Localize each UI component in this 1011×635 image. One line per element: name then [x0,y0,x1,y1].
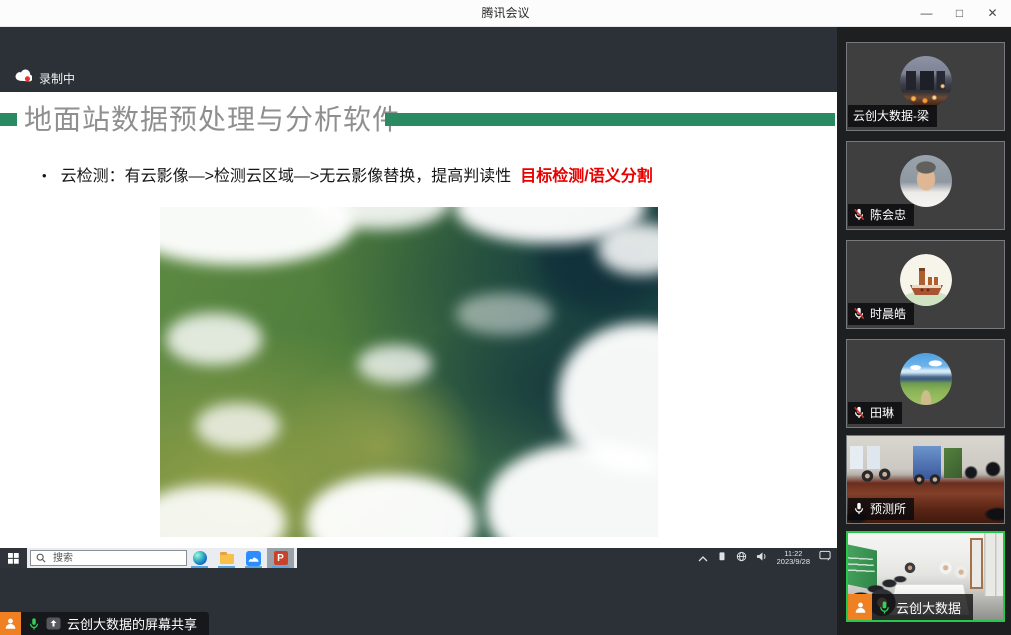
avatar [900,353,952,405]
name-chip: 时晨皓 [848,303,914,325]
bullet-text: 云检测：有云影像—>检测云区域—>无云影像替换，提高判读性 [61,168,512,185]
avatar [900,155,952,207]
aerial-forest-clouds-image [160,207,658,537]
file-explorer-icon [220,554,234,564]
person-icon [854,601,867,614]
cloud-blob [160,485,286,537]
presenter-badge [0,612,21,635]
action-center-icon[interactable] [819,549,831,567]
edge-icon [193,551,207,565]
display-icon[interactable] [717,549,727,567]
avatar [900,56,952,108]
mic-muted-icon [853,307,865,320]
name-chip: 陈会忠 [848,204,914,226]
participant-tile-yunchuang-active[interactable]: 云创大数据 [846,531,1005,622]
participant-tile-tianlin[interactable]: 田琳 [846,339,1005,428]
running-indicator [272,566,289,568]
participant-name: 云创大数据 [896,598,961,617]
bullet-marker: • [42,168,47,183]
participant-tile-shichenhao[interactable]: 时晨皓 [846,240,1005,329]
cloud-blob [166,313,262,365]
mic-on-icon [853,502,865,515]
chevron-up-icon[interactable] [698,549,708,567]
maximize-button[interactable]: □ [943,0,976,27]
taskbar-app-edge[interactable] [186,548,213,568]
presenter-badge [848,594,872,620]
search-icon [36,553,46,563]
slide-accent-square [0,113,17,126]
participant-name: 预测所 [870,500,906,517]
participant-tile-yunchuang-liang[interactable]: 云创大数据-梁 [846,42,1005,131]
cloud-blob [456,293,552,335]
recording-indicator: 录制中 [15,69,75,87]
screen-share-icon [46,617,61,630]
slide-bullet: • 云检测：有云影像—>检测云区域—>无云影像替换，提高判读性目标检测/语义分割 [42,162,653,186]
window-titlebar: 腾讯会议 — □ ✕ [0,0,1011,27]
start-button[interactable] [0,548,27,568]
taskbar-app-powerpoint[interactable]: P [267,548,294,568]
globe-icon[interactable] [736,549,747,567]
close-button[interactable]: ✕ [976,0,1009,27]
share-banner-chip: 云创大数据的屏幕共享 [21,612,209,635]
window-title: 腾讯会议 [0,0,1011,27]
tencent-meeting-icon [246,551,261,566]
participant-name: 时晨皓 [870,305,906,322]
clock-date: 2023/9/28 [777,558,810,567]
mic-speaking-icon [878,600,891,615]
running-indicator [218,566,235,568]
screen-share-banner: 云创大数据的屏幕共享 [0,612,209,635]
name-chip: 预测所 [848,498,914,520]
participants-sidebar: 云创大数据-梁 陈会忠 时晨皓 [837,27,1011,635]
participant-name: 田琳 [870,404,894,421]
taskbar-app-tencent-meeting[interactable] [240,548,267,568]
windows-taskbar: P 11:22 2023/9/28 [0,548,837,568]
cloud-blob [486,443,658,537]
mic-muted-icon [853,208,865,221]
avatar-lights [900,56,952,108]
cloud-blob [358,345,432,383]
person-icon [4,617,17,630]
cloud-blob [196,403,280,449]
minimize-button[interactable]: — [910,0,943,27]
speaker-icon[interactable] [756,549,768,567]
participant-tile-yuceso[interactable]: 预测所 [846,435,1005,524]
cloud-blob [306,475,476,537]
name-chip: 云创大数据-梁 [848,105,937,127]
share-header: 录制中 [0,27,837,92]
taskbar-app-file-explorer[interactable] [213,548,240,568]
name-chip: 田琳 [848,402,902,424]
slide-accent-bar [385,113,835,126]
search-input[interactable] [51,552,165,565]
system-tray: 11:22 2023/9/28 [698,548,831,568]
taskbar-clock[interactable]: 11:22 2023/9/28 [777,550,810,567]
screen-share-view: 录制中 地面站数据预处理与分析软件 • 云检测：有云影像—>检测云区域—>无云影像… [0,27,837,635]
name-chip: 云创大数据 [872,594,973,620]
tencent-meeting-window: { "window": { "title": "腾讯会议", "controls… [0,0,1011,635]
boat-avatar [900,254,952,306]
participant-tile-chenhuizhong[interactable]: 陈会忠 [846,141,1005,230]
taskbar-search-box[interactable] [30,550,187,566]
windows-logo-icon [8,553,19,564]
window-controls: — □ ✕ [910,0,1009,27]
bullet-highlight: 目标检测/语义分割 [520,168,652,185]
taskbar-apps: P [186,548,294,568]
running-indicator [245,566,262,568]
powerpoint-icon: P [274,551,288,565]
mic-muted-icon [853,406,865,419]
slide-title: 地面站数据预处理与分析软件 [24,98,401,138]
recording-cloud-icon [15,69,32,87]
participant-name: 云创大数据-梁 [853,107,929,124]
mic-on-icon [28,617,40,631]
running-indicator [191,566,208,568]
recording-label: 录制中 [39,70,75,87]
participant-name: 陈会忠 [870,206,906,223]
presentation-slide: 地面站数据预处理与分析软件 • 云检测：有云影像—>检测云区域—>无云影像替换，提… [0,92,837,548]
share-banner-label: 云创大数据的屏幕共享 [67,614,197,633]
avatar [900,254,952,306]
